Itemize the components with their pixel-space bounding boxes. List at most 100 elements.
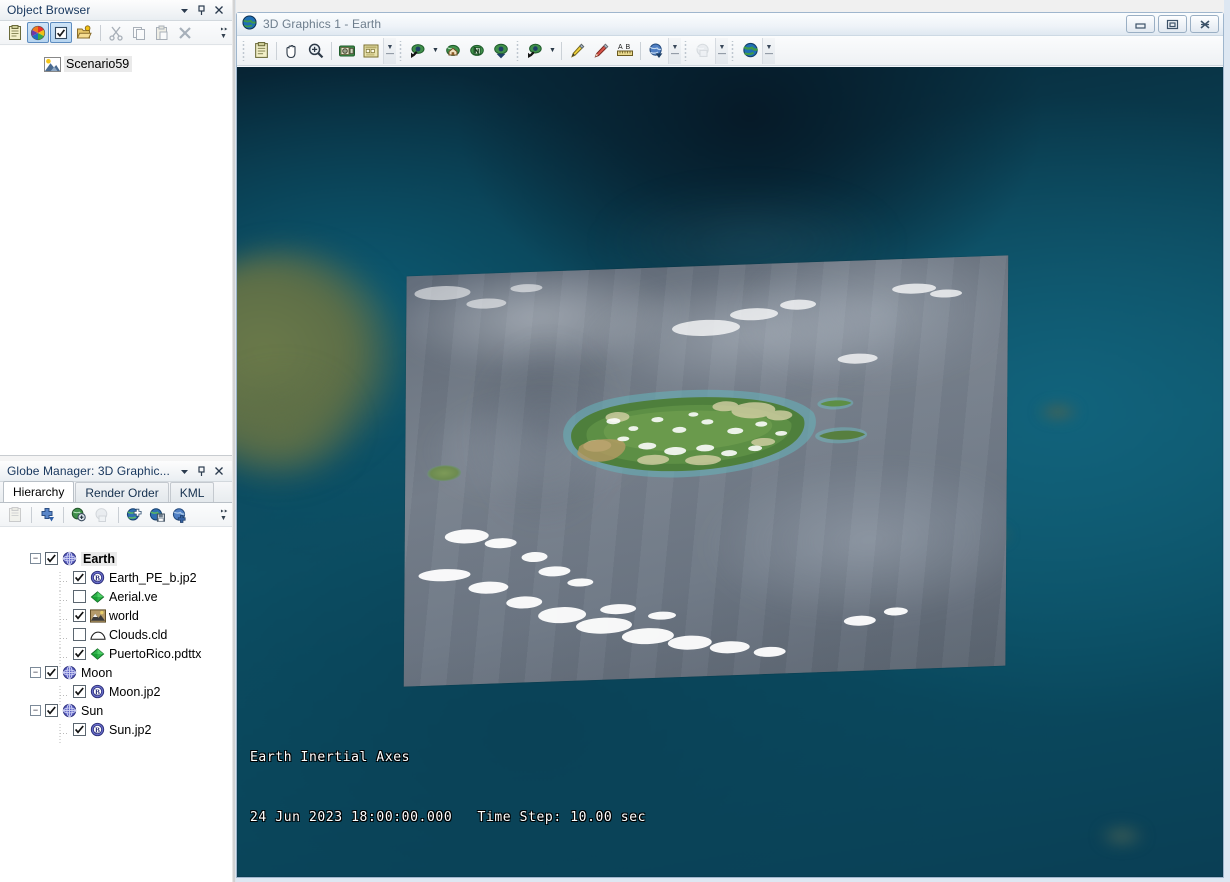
- text-annotation-button[interactable]: A B: [613, 39, 637, 63]
- globe-grid-button[interactable]: [691, 39, 715, 63]
- object-browser-panel: Object Browser ‣‣ ▼ Scenario59: [0, 0, 232, 456]
- properties-button[interactable]: [249, 39, 273, 63]
- checkbox-checked[interactable]: [73, 685, 86, 698]
- toolbar-grip[interactable]: [683, 40, 688, 61]
- checkbox-checked[interactable]: [73, 647, 86, 660]
- close-button[interactable]: [210, 2, 227, 19]
- graphics-window-titlebar[interactable]: 3D Graphics 1 - Earth: [237, 13, 1223, 36]
- stk-application-window: Object Browser ‣‣ ▼ Scenario59 Globe Man…: [0, 0, 1230, 882]
- toolbar-grip[interactable]: [398, 40, 403, 61]
- copy-button[interactable]: [128, 22, 150, 43]
- paste-button[interactable]: [151, 22, 173, 43]
- toolbar-overflow-button[interactable]: ▼ —: [383, 37, 396, 64]
- window-control-buttons: [1123, 15, 1223, 33]
- toolbar-overflow-button[interactable]: ▼ —: [668, 37, 681, 64]
- tree-row[interactable]: PuertoRico.pdttx: [0, 644, 232, 667]
- imagery-b-icon: B: [89, 722, 106, 738]
- globe-earth-button[interactable]: [738, 39, 762, 63]
- tree-row[interactable]: Aerial.ve: [0, 587, 232, 610]
- tab-render-order-label: Render Order: [85, 485, 159, 500]
- add-terrain-button[interactable]: [169, 504, 191, 525]
- tree-node-label: PuertoRico.pdttx: [109, 646, 202, 661]
- tab-hierarchy[interactable]: Hierarchy: [3, 481, 75, 502]
- tree-node-label: Aerial.ve: [109, 589, 158, 604]
- graphics-window-toolbar: ▼ — ▼ ▼ A B ▼ — ▼ — ▼ —: [237, 36, 1223, 66]
- 3d-viewport[interactable]: Earth Inertial Axes 24 Jun 2023 18:00:00…: [237, 67, 1223, 877]
- globe-hierarchy-tree[interactable]: − Earth B Earth_PE_b.jp2 Aerial.ve world Cloud…: [0, 546, 232, 882]
- dropdown-menu-button[interactable]: [176, 2, 193, 19]
- dropdown-menu-button[interactable]: [176, 463, 193, 480]
- tree-row[interactable]: B Sun.jp2: [0, 720, 232, 743]
- toolbar-grip[interactable]: [241, 40, 246, 61]
- toolbar-overflow-button[interactable]: ‣‣ ▼: [218, 22, 232, 44]
- toolbar-grip[interactable]: [515, 40, 520, 61]
- record-movie-button[interactable]: [359, 39, 383, 63]
- tree-row[interactable]: − Earth: [0, 549, 232, 568]
- save-globe-button[interactable]: [146, 504, 168, 525]
- tab-render-order[interactable]: Render Order: [75, 482, 169, 502]
- pan-tool-button[interactable]: [280, 39, 304, 63]
- tree-item-scenario[interactable]: Scenario59: [0, 56, 232, 72]
- add-layer-button[interactable]: [36, 504, 58, 525]
- checkbox-checked[interactable]: [73, 609, 86, 622]
- tree-row[interactable]: world: [0, 606, 232, 629]
- checkbox-unchecked[interactable]: [73, 628, 86, 641]
- auto-hide-pin-button[interactable]: [193, 463, 210, 480]
- tree-row[interactable]: B Moon.jp2: [0, 682, 232, 705]
- toolbar-grip[interactable]: [730, 40, 735, 61]
- svg-text:B: B: [95, 575, 100, 583]
- maximize-button[interactable]: [1158, 15, 1187, 33]
- toolbar-overflow-button[interactable]: ▼ —: [715, 37, 728, 64]
- chevron-down-icon[interactable]: ▼: [547, 40, 558, 62]
- minimize-button[interactable]: [1126, 15, 1155, 33]
- snapshot-button[interactable]: [335, 39, 359, 63]
- new-object-button[interactable]: [73, 22, 95, 43]
- add-imagery-button[interactable]: [123, 504, 145, 525]
- tree-row[interactable]: B Earth_PE_b.jp2: [0, 568, 232, 591]
- checkbox-checked[interactable]: [45, 704, 58, 717]
- view-from-to-button[interactable]: [406, 39, 430, 63]
- object-browser-tree[interactable]: Scenario59: [0, 46, 232, 456]
- tree-row[interactable]: − Sun: [0, 701, 232, 720]
- home-view-button[interactable]: [441, 39, 465, 63]
- cut-button[interactable]: [105, 22, 127, 43]
- checkbox-checked[interactable]: [45, 666, 58, 679]
- cloud-icon: [89, 627, 106, 643]
- toolbar-overflow-button[interactable]: ‣‣ ▼: [218, 504, 232, 526]
- color-wheel-button[interactable]: [27, 22, 49, 43]
- north-view-button[interactable]: [465, 39, 489, 63]
- tree-connector-line: [58, 686, 69, 705]
- close-button[interactable]: [1190, 15, 1219, 33]
- globe-central-body-icon: [61, 551, 78, 567]
- checkbox-checked[interactable]: [45, 552, 58, 565]
- object-browser-toolbar: ‣‣ ▼: [0, 21, 232, 45]
- tree-row[interactable]: − Moon: [0, 663, 232, 682]
- checkbox-checked[interactable]: [73, 723, 86, 736]
- zoom-to-layer-button[interactable]: [68, 504, 90, 525]
- refresh-layer-button[interactable]: [91, 504, 113, 525]
- expander-collapse-icon[interactable]: −: [30, 705, 41, 716]
- toggle-check-button[interactable]: [50, 22, 72, 43]
- globe-overlay-button[interactable]: [644, 39, 668, 63]
- tab-hierarchy-label: Hierarchy: [13, 485, 65, 499]
- draw-tool-button[interactable]: [589, 39, 613, 63]
- view-target-button[interactable]: [523, 39, 547, 63]
- zoom-in-view-button[interactable]: [489, 39, 513, 63]
- zoom-tool-button[interactable]: [304, 39, 328, 63]
- highlight-tool-button[interactable]: [565, 39, 589, 63]
- properties-button[interactable]: [4, 22, 26, 43]
- auto-hide-pin-button[interactable]: [193, 2, 210, 19]
- object-browser-titlebar-buttons: [176, 2, 232, 19]
- close-button[interactable]: [210, 463, 227, 480]
- delete-button[interactable]: [174, 22, 196, 43]
- properties-button[interactable]: [4, 504, 26, 525]
- tree-row[interactable]: Clouds.cld: [0, 625, 232, 648]
- toolbar-overflow-button[interactable]: ▼ —: [762, 37, 775, 64]
- checkbox-unchecked[interactable]: [73, 590, 86, 603]
- tab-kml[interactable]: KML: [169, 482, 215, 502]
- chevron-down-icon[interactable]: ▼: [430, 40, 441, 62]
- imagery-b-icon: B: [89, 570, 106, 586]
- checkbox-checked[interactable]: [73, 571, 86, 584]
- expander-collapse-icon[interactable]: −: [30, 553, 41, 564]
- expander-collapse-icon[interactable]: −: [30, 667, 41, 678]
